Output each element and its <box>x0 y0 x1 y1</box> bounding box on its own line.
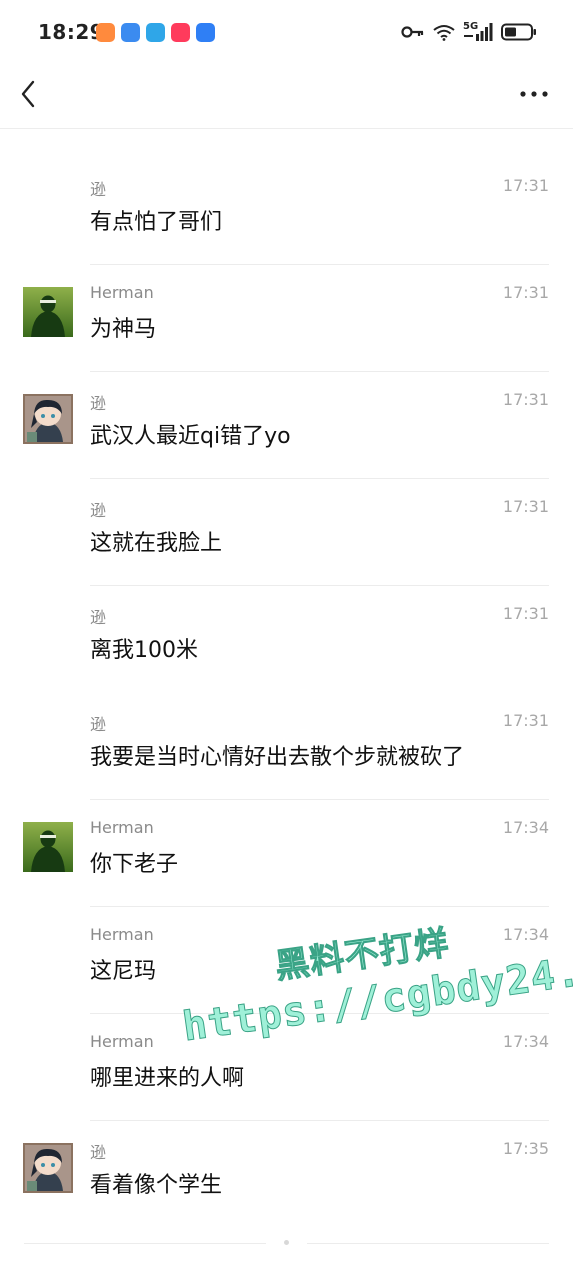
sender-name: 逊 <box>90 501 107 520</box>
app-book-icon <box>146 23 165 42</box>
message-item[interactable]: 逊 17:31 有点怕了哥们 <box>0 158 573 265</box>
message-time: 17:31 <box>502 604 549 623</box>
message-text: 看着像个学生 <box>90 1173 223 1198</box>
message-item[interactable]: Herman 17:34 你下老子 <box>0 800 573 907</box>
app-wallet-icon <box>196 23 215 42</box>
notification-app-icons <box>96 23 215 42</box>
sender-name: Herman <box>90 925 154 944</box>
sender-name: Herman <box>90 818 154 837</box>
message-text: 为神马 <box>90 317 157 342</box>
message-text: 这尼玛 <box>90 959 157 984</box>
back-button[interactable] <box>16 78 44 110</box>
message-item[interactable]: 逊 17:31 武汉人最近qi错了yo <box>0 372 573 479</box>
sender-name: 逊 <box>90 1143 107 1162</box>
sender-name: 逊 <box>90 715 107 734</box>
app-blue-icon <box>121 23 140 42</box>
cellular-signal: 5G <box>463 22 493 42</box>
signal-bars-icon <box>464 23 493 41</box>
message-time: 17:31 <box>502 176 549 195</box>
message-item[interactable]: Herman 17:34 这尼玛 <box>0 907 573 1014</box>
message-item[interactable]: Herman 17:31 为神马 <box>0 265 573 372</box>
message-time: 17:34 <box>502 818 549 837</box>
more-dots-icon <box>520 91 548 97</box>
message-text: 武汉人最近qi错了yo <box>90 424 291 449</box>
message-time: 17:31 <box>502 711 549 730</box>
message-time: 17:31 <box>502 497 549 516</box>
sender-name: Herman <box>90 283 154 302</box>
message-text: 离我100米 <box>90 638 198 663</box>
key-icon <box>401 26 424 38</box>
bottom-divider-right <box>307 1243 549 1244</box>
message-item[interactable]: 逊 17:31 离我100米 <box>0 586 573 693</box>
message-text: 哪里进来的人啊 <box>90 1066 245 1091</box>
sender-name: 逊 <box>90 608 107 627</box>
message-time: 17:34 <box>502 1032 549 1051</box>
message-text: 你下老子 <box>90 852 179 877</box>
avatar-herman[interactable] <box>23 822 73 872</box>
message-time: 17:31 <box>502 390 549 409</box>
status-time: 18:29 <box>38 20 105 44</box>
status-indicators: 5G <box>401 22 537 42</box>
message-item[interactable]: Herman 17:34 哪里进来的人啊 <box>0 1014 573 1121</box>
battery-icon <box>501 23 536 41</box>
wifi-icon <box>433 24 455 41</box>
sender-name: Herman <box>90 1032 154 1051</box>
avatar-xun[interactable] <box>23 1143 73 1193</box>
app-orange-icon <box>96 23 115 42</box>
message-text: 这就在我脸上 <box>90 531 223 556</box>
chevron-left-icon <box>21 80 35 108</box>
avatar-herman[interactable] <box>23 287 73 337</box>
avatar-xun[interactable] <box>23 394 73 444</box>
message-text: 我要是当时心情好出去散个步就被砍了 <box>90 745 465 770</box>
chat-header <box>0 66 573 129</box>
message-item[interactable]: 逊 17:31 这就在我脸上 <box>0 479 573 586</box>
bottom-divider-left <box>24 1243 266 1244</box>
message-item[interactable]: 逊 17:31 我要是当时心情好出去散个步就被砍了 <box>0 693 573 800</box>
message-item[interactable]: 逊 17:35 看着像个学生 <box>0 1121 573 1228</box>
bottom-indicator-dot <box>284 1240 289 1245</box>
status-bar: 18:29 5G <box>0 0 573 66</box>
message-text: 有点怕了哥们 <box>90 210 223 235</box>
sender-name: 逊 <box>90 180 107 199</box>
message-time: 17:35 <box>502 1139 549 1158</box>
message-time: 17:34 <box>502 925 549 944</box>
sender-name: 逊 <box>90 394 107 413</box>
app-video-icon <box>171 23 190 42</box>
more-button[interactable] <box>519 88 549 100</box>
message-time: 17:31 <box>502 283 549 302</box>
